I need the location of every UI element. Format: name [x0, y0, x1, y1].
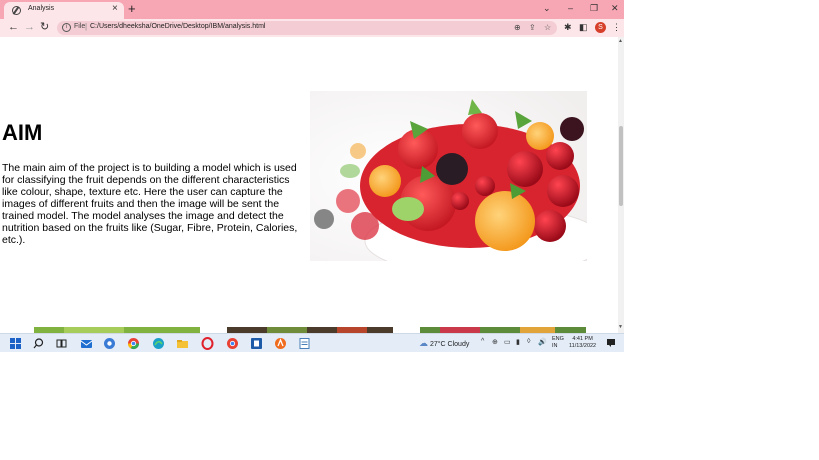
close-window-button[interactable]: ✕ [611, 2, 619, 14]
profile-avatar[interactable]: S [595, 22, 606, 33]
weather-widget[interactable]: ☁ 27°C Cloudy [419, 338, 469, 349]
tab-strip: Analysis × + ⌄ – ❐ ✕ [0, 0, 624, 19]
page-heading: AIM [2, 120, 43, 145]
address-separator: | [85, 22, 88, 31]
side-panel-icon[interactable]: ◧ [579, 22, 588, 33]
windows-taskbar: ☁ 27°C Cloudy ^ ⊕ ▭ ▮ ◊ 🔊 ENG IN 4:41 PM… [0, 333, 624, 352]
avast-icon[interactable] [274, 337, 287, 350]
edge-icon[interactable] [152, 337, 165, 350]
language-code: ENG [552, 336, 564, 342]
page-content: AIM The main aim of the project is to bu… [0, 37, 618, 333]
address-bar[interactable]: i File | C:/Users/dheeksha/OneDrive/Desk… [57, 21, 557, 35]
word-icon[interactable] [250, 337, 263, 350]
extensions-icon[interactable]: ✱ [564, 22, 572, 33]
network-globe-icon[interactable]: ⊕ [492, 338, 498, 346]
url-text[interactable]: C:/Users/dheeksha/OneDrive/Desktop/IBM/a… [90, 23, 265, 30]
battery-icon[interactable]: ▭ [504, 338, 511, 346]
minimize-button[interactable]: – [568, 2, 573, 14]
chrome-profile-icon[interactable] [226, 337, 239, 350]
reload-button[interactable]: ↻ [40, 21, 49, 34]
globe-icon [12, 6, 21, 15]
screen: Analysis × + ⌄ – ❐ ✕ ← → ↻ i File | C:/U… [0, 0, 624, 352]
weather-temp: 27°C [429, 341, 446, 348]
tray-chevron-icon[interactable]: ^ [481, 338, 484, 345]
browser-toolbar: ← → ↻ i File | C:/Users/dheeksha/OneDriv… [0, 19, 624, 37]
notification-icon[interactable] [606, 338, 616, 348]
system-clock[interactable]: 4:41 PM 11/13/2022 [569, 336, 596, 350]
scrollbar-thumb[interactable] [619, 126, 623, 206]
bookmark-star-icon[interactable]: ☆ [544, 22, 551, 33]
cloud-icon: ☁ [419, 338, 428, 348]
task-view-icon[interactable] [55, 337, 68, 350]
aim-paragraph: The main aim of the project is to buildi… [2, 162, 298, 246]
menu-icon[interactable]: ⋮ [612, 22, 621, 33]
speaker-icon[interactable]: 🔊 [538, 338, 547, 346]
language-indicator[interactable]: ENG IN [552, 336, 564, 350]
security-icon[interactable]: ◊ [527, 338, 530, 345]
start-windows-icon[interactable] [9, 337, 22, 350]
share-icon[interactable]: ⇪ [529, 22, 536, 33]
site-info-icon[interactable]: i [62, 23, 71, 32]
tab-title: Analysis [28, 5, 55, 12]
weather-condition: Cloudy [447, 341, 470, 348]
restore-button[interactable]: ❐ [590, 2, 598, 14]
forward-button[interactable]: → [24, 21, 35, 34]
page-scrollbar[interactable]: ▲ ▼ [618, 37, 624, 333]
notepad-icon[interactable] [298, 337, 311, 350]
chrome-dev-icon[interactable] [103, 337, 116, 350]
back-button[interactable]: ← [8, 21, 19, 34]
scheme-label: File [74, 23, 86, 30]
language-region: IN [552, 343, 558, 349]
chrome-icon[interactable] [127, 337, 140, 350]
opera-icon[interactable] [201, 337, 214, 350]
search-icon[interactable] [32, 337, 45, 350]
file-explorer-icon[interactable] [176, 337, 189, 350]
scroll-up-arrow-icon[interactable]: ▲ [618, 38, 623, 44]
clock-time: 4:41 PM [572, 336, 593, 342]
scroll-down-arrow-icon[interactable]: ▼ [618, 324, 623, 330]
new-tab-button[interactable]: + [128, 2, 136, 16]
device-icon[interactable]: ▮ [516, 338, 520, 346]
tab-close-icon[interactable]: × [112, 3, 118, 15]
fruit-salad-image [310, 91, 587, 261]
tab-search-icon[interactable]: ⌄ [543, 2, 551, 14]
clock-date: 11/13/2022 [569, 343, 597, 349]
tab-analysis[interactable]: Analysis × [4, 2, 124, 19]
mail-icon[interactable] [80, 337, 93, 350]
zoom-icon[interactable]: ⊕ [514, 22, 521, 33]
